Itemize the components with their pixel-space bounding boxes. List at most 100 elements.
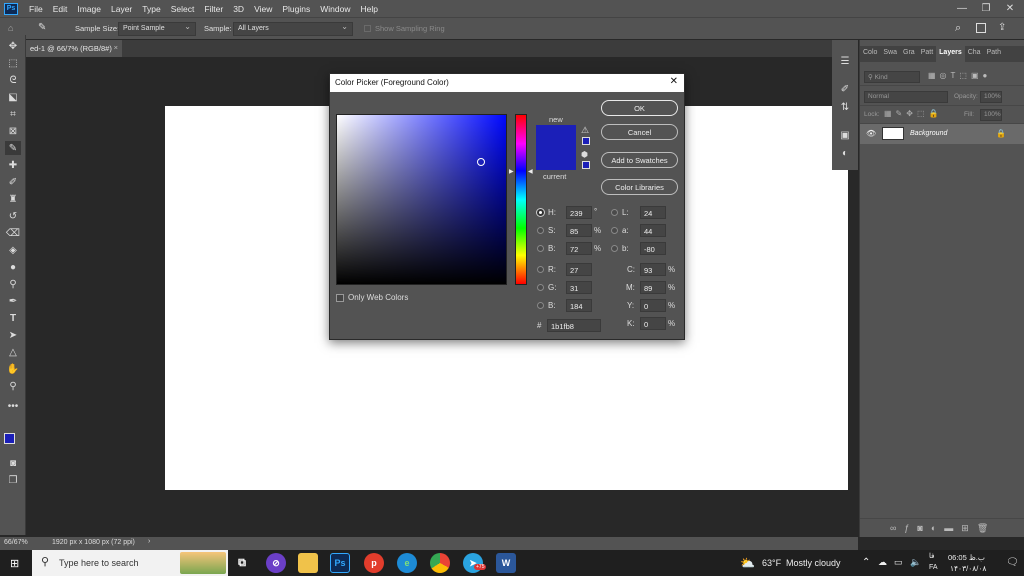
document-tab[interactable]: ed-1 @ 66/7% (RGB/8#) × (26, 40, 122, 57)
tab-paths[interactable]: Path (984, 46, 1004, 62)
blur-tool-icon[interactable]: ● (5, 260, 21, 274)
ok-button[interactable]: OK (601, 100, 678, 116)
task-view-icon[interactable]: ⧉ (232, 553, 252, 573)
show-sampling-ring-checkbox[interactable] (364, 25, 371, 32)
opacity-field[interactable]: 100% (980, 91, 1002, 103)
radio-blue[interactable] (537, 302, 544, 309)
menu-type[interactable]: Type (137, 4, 165, 14)
field-m[interactable]: 89 (640, 281, 666, 294)
crop-tool-icon[interactable]: ⌗ (5, 107, 21, 121)
zoom-tool-icon[interactable]: ⚲ (5, 379, 21, 393)
sample-select[interactable]: All Layers (233, 22, 353, 36)
close-window-icon[interactable]: ✕ (998, 0, 1022, 17)
menu-help[interactable]: Help (355, 4, 382, 14)
kind-filter-select[interactable]: ⚲ Kind (864, 71, 920, 83)
radio-l[interactable] (611, 209, 618, 216)
menu-3d[interactable]: 3D (228, 4, 249, 14)
properties-icon[interactable]: ☰ (838, 54, 852, 68)
sample-size-select[interactable]: Point Sample (118, 22, 196, 36)
menu-file[interactable]: File (24, 4, 48, 14)
app-purple-icon[interactable]: ⊘ (266, 553, 286, 573)
home-icon[interactable]: ⌂ (8, 23, 13, 33)
color-wheel-icon[interactable]: ◐ (838, 146, 852, 160)
dialog-close-icon[interactable]: ✕ (670, 76, 678, 87)
speaker-icon[interactable]: 🔈 (910, 557, 921, 568)
cloud-icon[interactable]: ☁ (878, 557, 887, 568)
menu-select[interactable]: Select (166, 4, 200, 14)
hue-slider[interactable] (515, 114, 527, 285)
menu-layer[interactable]: Layer (106, 4, 137, 14)
menu-filter[interactable]: Filter (199, 4, 228, 14)
windows-start-icon[interactable]: ⊞ (10, 557, 19, 570)
type-tool-icon[interactable]: T (5, 311, 21, 325)
clone-stamp-icon[interactable]: ♜ (5, 192, 21, 206)
screen-mode-icon[interactable]: ❐ (5, 473, 21, 487)
field-blue[interactable]: 184 (566, 299, 592, 312)
restore-icon[interactable]: ❐ (974, 0, 998, 17)
object-select-tool-icon[interactable]: ⬕ (5, 90, 21, 104)
dodge-tool-icon[interactable]: ⚲ (5, 277, 21, 291)
move-tool-icon[interactable]: ✥ (5, 39, 21, 53)
lock-icons[interactable]: ▦✎✥⬚🔒 (884, 109, 942, 118)
saturation-brightness-field[interactable] (336, 114, 507, 285)
battery-icon[interactable]: ▭ (894, 557, 903, 568)
foreground-color-swatch[interactable] (4, 433, 15, 444)
tab-close-icon[interactable]: × (114, 43, 118, 52)
tray-chevron-icon[interactable]: ⌃ (862, 557, 870, 568)
layers-footer-icons[interactable]: ∞ƒ◙◐▬⊞🗑 (890, 523, 996, 534)
pen-tool-icon[interactable]: ✒ (5, 294, 21, 308)
tab-color[interactable]: Colo (860, 46, 880, 62)
shape-tool-icon[interactable]: △ (5, 345, 21, 359)
brush-settings-icon[interactable]: ✐ (838, 82, 852, 96)
tab-gradients[interactable]: Gra (900, 46, 918, 62)
app-red-icon[interactable]: p (364, 553, 384, 573)
weather-text[interactable]: Mostly cloudy (786, 558, 841, 568)
menu-window[interactable]: Window (315, 4, 355, 14)
zoom-level[interactable]: 66/67% (4, 539, 28, 546)
visibility-eye-icon[interactable]: 👁 (866, 129, 876, 138)
web-safe-swatch[interactable] (582, 161, 590, 169)
field-a[interactable]: 44 (640, 224, 666, 237)
history-brush-icon[interactable]: ↺ (5, 209, 21, 223)
radio-g[interactable] (537, 284, 544, 291)
lasso-tool-icon[interactable]: ᘓ (5, 73, 21, 87)
clock-date[interactable]: ۱۴۰۳/۰۸/۰۸ (950, 564, 986, 573)
radio-a[interactable] (611, 227, 618, 234)
radio-lab-b[interactable] (611, 245, 618, 252)
field-c[interactable]: 93 (640, 263, 666, 276)
field-b[interactable]: 72 (566, 242, 592, 255)
field-lab-b[interactable]: -80 (640, 242, 666, 255)
workspace-icon[interactable] (976, 23, 986, 33)
more-tools-icon[interactable]: ••• (5, 399, 21, 413)
field-l[interactable]: 24 (640, 206, 666, 219)
paint-bucket-icon[interactable]: ◈ (5, 243, 21, 257)
layer-row-background[interactable]: 👁 Background 🔒 (860, 124, 1024, 144)
hand-tool-icon[interactable]: ✋ (5, 362, 21, 376)
tab-patterns[interactable]: Patt (918, 46, 936, 62)
filter-icons[interactable]: ▦◎T⬚▣● (928, 71, 991, 80)
weather-temp[interactable]: 63°F (762, 558, 781, 568)
eyedropper-icon[interactable]: ✎ (5, 141, 21, 155)
file-explorer-icon[interactable] (298, 553, 318, 573)
web-safe-cube-icon[interactable]: ⬢ (581, 150, 588, 159)
healing-brush-icon[interactable]: ✚ (5, 158, 21, 172)
cancel-button[interactable]: Cancel (601, 124, 678, 140)
blend-mode-select[interactable]: Normal (864, 91, 948, 103)
color-field-cursor[interactable] (476, 158, 485, 167)
hue-slider-right-arrow-icon[interactable]: ◀ (528, 168, 533, 175)
tab-layers[interactable]: Layers (936, 46, 965, 62)
notification-icon[interactable]: 🗨 (1006, 557, 1019, 568)
tab-channels[interactable]: Cha (965, 46, 984, 62)
field-y[interactable]: 0 (640, 299, 666, 312)
brush-tool-icon[interactable]: ✐ (5, 175, 21, 189)
chrome-browser-icon[interactable] (430, 553, 450, 573)
menu-plugins[interactable]: Plugins (277, 4, 315, 14)
hex-field[interactable]: 1b1fb8 (547, 319, 601, 332)
share-icon[interactable]: ⇪ (998, 22, 1006, 33)
radio-s[interactable] (537, 227, 544, 234)
add-to-swatches-button[interactable]: Add to Swatches (601, 152, 678, 168)
out-of-gamut-warning-icon[interactable]: ⚠ (581, 125, 589, 136)
search-icon[interactable]: ⌕ (955, 22, 961, 35)
hue-slider-left-arrow-icon[interactable]: ▶ (509, 168, 514, 175)
menu-image[interactable]: Image (72, 4, 106, 14)
